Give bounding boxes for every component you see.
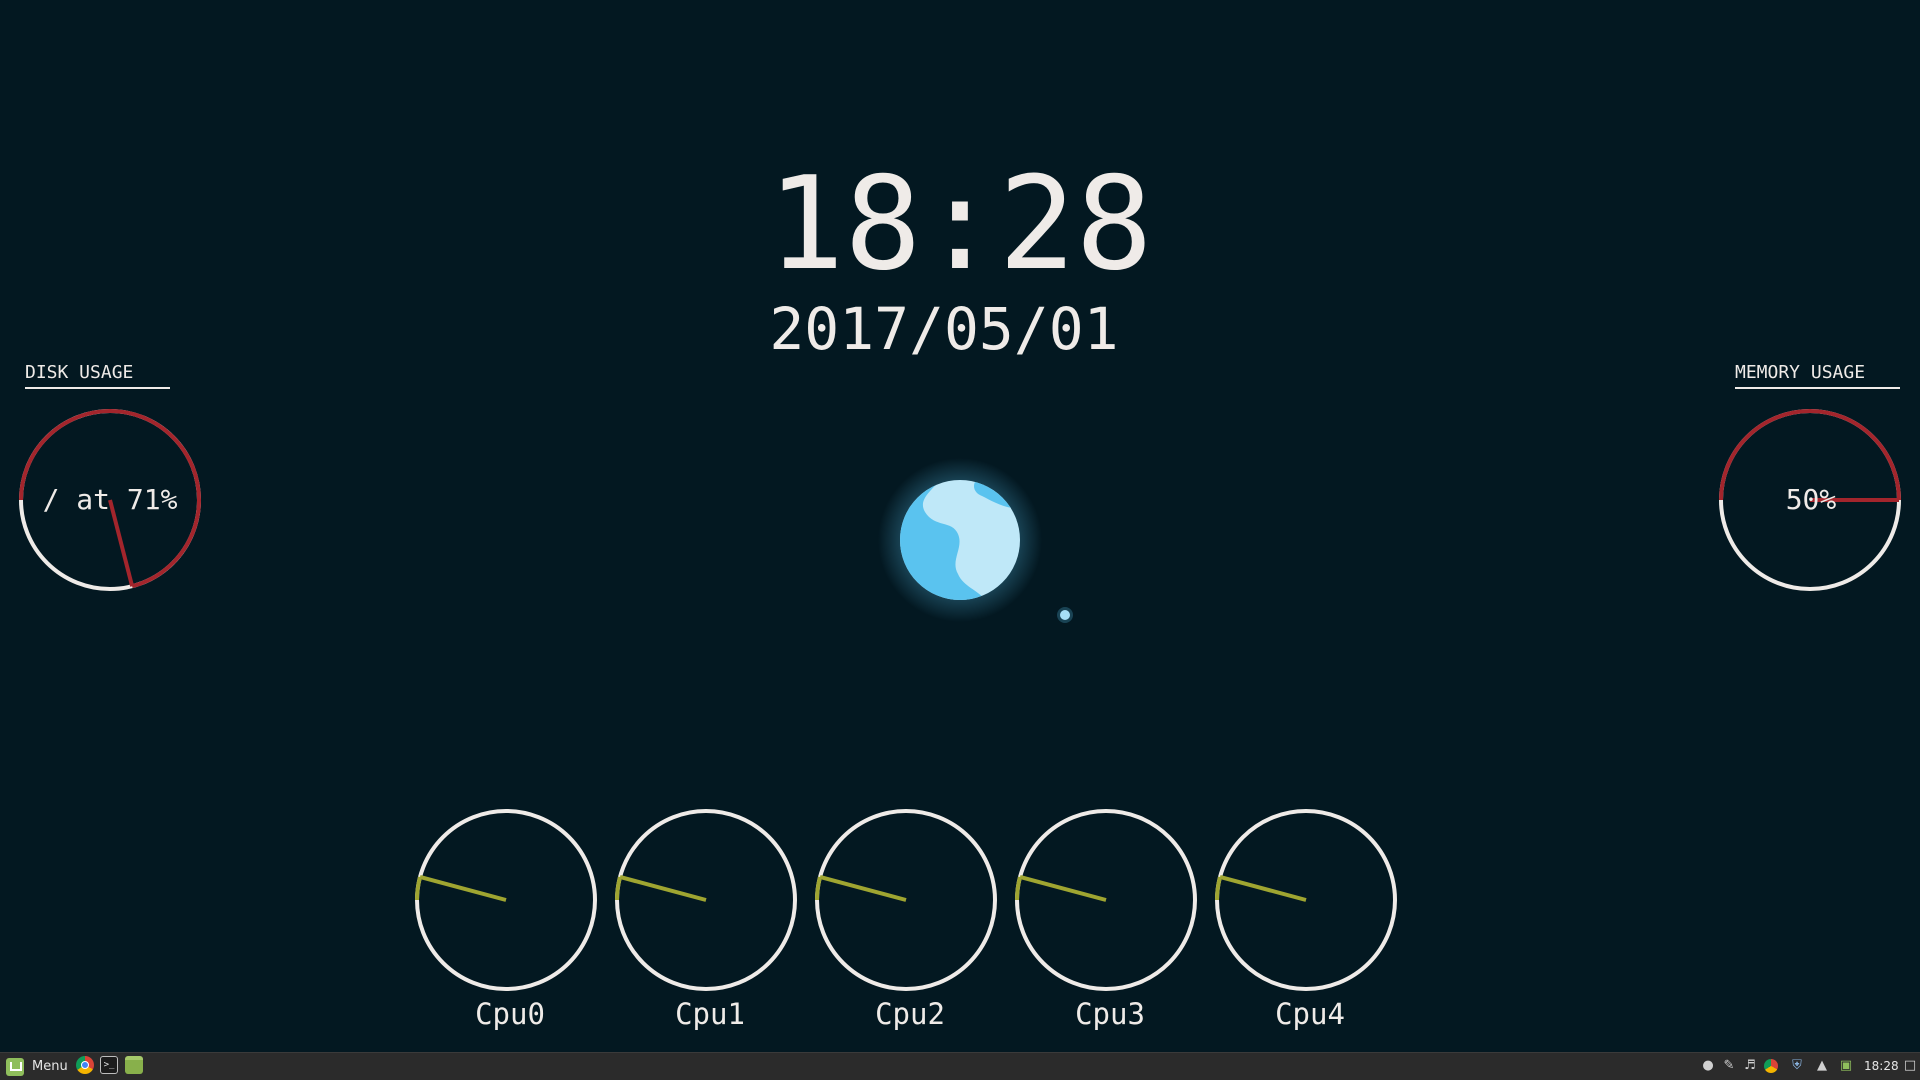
cpu-gauge — [1215, 809, 1397, 991]
taskbar-clock[interactable]: 18:28 — [1864, 1053, 1899, 1080]
disk-usage-label: / at 71% — [43, 483, 178, 516]
shield-icon[interactable]: ⛨ — [1789, 1058, 1805, 1074]
desktop-widgets: / at 71% 50% — [19, 409, 1901, 991]
cpu-gauge — [615, 809, 797, 991]
cpu-usage-needle — [1219, 875, 1307, 902]
cpu-label: Cpu2 — [875, 997, 945, 1031]
chrome-icon[interactable] — [76, 1056, 94, 1074]
cpu-usage-needle — [419, 875, 507, 902]
cpu-gauges — [415, 809, 1397, 991]
cpu-usage-needle — [1019, 875, 1107, 902]
memory-usage-label: 50% — [1786, 483, 1837, 516]
chrome-icon[interactable] — [1764, 1059, 1778, 1073]
cpu-gauge — [415, 809, 597, 991]
cpu-gauge — [1015, 809, 1197, 991]
mint-menu-icon — [6, 1057, 24, 1076]
cpu-usage-arc — [1215, 876, 1222, 901]
show-desktop-icon[interactable]: □ — [1902, 1058, 1918, 1074]
cpu-label: Cpu4 — [1275, 997, 1345, 1031]
earth-icon — [878, 458, 1042, 622]
terminal-icon[interactable]: >_ — [100, 1056, 118, 1074]
disk-usage-gauge: / at 71% — [19, 409, 201, 591]
cpu-label: Cpu0 — [475, 997, 545, 1031]
volume-icon[interactable]: ♬ — [1742, 1058, 1758, 1074]
user-icon[interactable]: ● — [1700, 1058, 1716, 1074]
network-icon[interactable]: ▣ — [1838, 1058, 1854, 1074]
cpu-usage-arc — [615, 876, 622, 901]
memory-usage-gauge: 50% — [1719, 409, 1901, 591]
menu-button[interactable]: Menu — [2, 1056, 72, 1077]
cpu-usage-needle — [619, 875, 707, 902]
pen-icon[interactable]: ✎ — [1721, 1058, 1737, 1074]
desktop: 18:28 2017/05/01 DISK USAGE MEMORY USAGE… — [0, 0, 1920, 1052]
cpu-usage-needle — [819, 875, 907, 902]
cpu-usage-arc — [1015, 876, 1022, 901]
cpu-gauge — [815, 809, 997, 991]
update-icon[interactable]: ▲ — [1814, 1058, 1830, 1074]
files-icon[interactable] — [125, 1056, 143, 1074]
cpu-usage-arc — [415, 876, 422, 901]
cpu-usage-arc — [815, 876, 822, 901]
menu-label: Menu — [32, 1059, 68, 1074]
cpu-label: Cpu3 — [1075, 997, 1145, 1031]
taskbar: Menu >_ ● ✎ ♬ ⛨ ▲ ▣ 18:28 □ — [0, 1052, 1920, 1080]
cpu-label: Cpu1 — [675, 997, 745, 1031]
